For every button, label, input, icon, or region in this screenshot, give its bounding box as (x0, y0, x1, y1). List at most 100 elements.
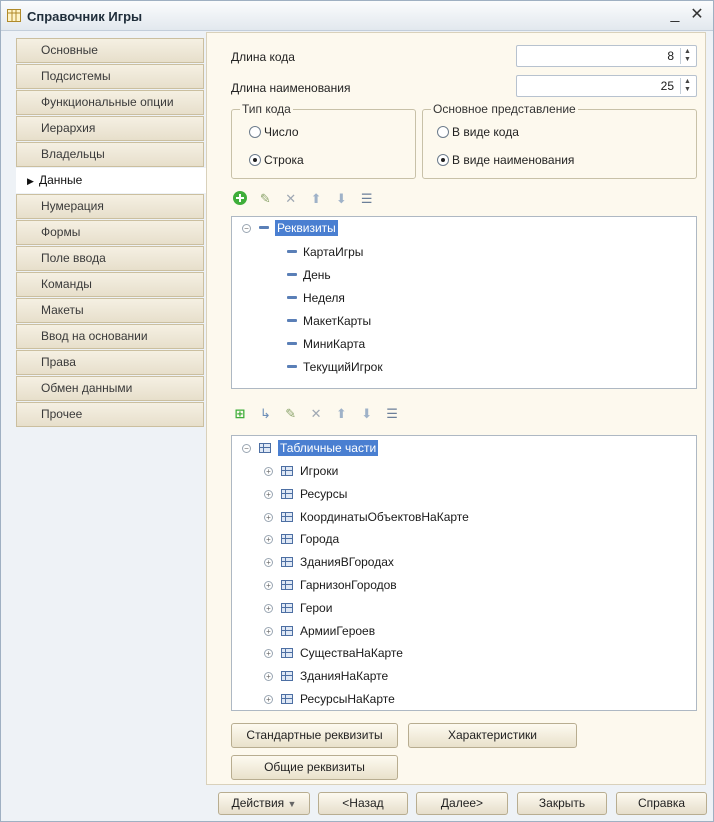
tab-item[interactable]: Прочее (16, 402, 204, 427)
node-label: Неделя (303, 291, 345, 305)
close-window-button[interactable]: ✕ (687, 5, 707, 25)
help-button[interactable]: Справка (616, 792, 707, 815)
edit-icon[interactable]: ✎ (282, 405, 300, 423)
tabular-root-node[interactable]: − Табличные части (242, 440, 379, 456)
minimize-button[interactable]: _ (665, 5, 685, 25)
collapse-icon[interactable]: − (242, 224, 251, 233)
attribute-item[interactable]: МакетКарты (287, 314, 371, 328)
tabular-section-item[interactable]: + Игроки (264, 464, 338, 478)
node-label: Игроки (300, 464, 339, 478)
tab-item[interactable]: Поле ввода (16, 246, 204, 271)
sort-list-icon[interactable]: ☰ (383, 405, 401, 423)
actions-menu-button[interactable]: Действия ▼ (218, 792, 310, 815)
name-length-field[interactable]: 25 ▲ ▼ (516, 75, 697, 97)
code-type-string-radio[interactable]: Строка (249, 153, 304, 167)
node-label: КартаИгры (303, 245, 364, 259)
expand-icon[interactable]: + (264, 512, 273, 522)
tabular-section-item[interactable]: + Герои (264, 601, 332, 615)
tab-item[interactable]: Права (16, 350, 204, 375)
standard-attributes-button[interactable]: Стандартные реквизиты (231, 723, 398, 748)
attribute-item[interactable]: ТекущийИгрок (287, 360, 383, 374)
tabular-section-item[interactable]: + АрмииГероев (264, 624, 375, 638)
radio-label: Строка (264, 153, 304, 167)
move-up-icon[interactable]: ⬆ (332, 405, 350, 423)
delete-icon[interactable]: ✕ (307, 405, 325, 423)
collapse-icon[interactable]: − (242, 444, 251, 453)
attribute-item[interactable]: КартаИгры (287, 245, 363, 259)
add-column-icon[interactable]: ↳ (256, 405, 274, 423)
tab-item[interactable]: Иерархия (16, 116, 204, 141)
tab-item[interactable]: Формы (16, 220, 204, 245)
expand-icon[interactable]: + (264, 489, 273, 499)
code-length-field[interactable]: 8 ▲ ▼ (516, 45, 697, 67)
tab-item[interactable]: Нумерация (16, 194, 204, 219)
tab-item[interactable]: Владельцы (16, 142, 204, 167)
tabular-section-item[interactable]: + ГарнизонГородов (264, 578, 397, 592)
attribute-icon (287, 250, 297, 253)
tab-label: Макеты (41, 303, 84, 317)
expand-icon[interactable]: + (264, 603, 273, 613)
tab-item[interactable]: ▶ Данные (16, 168, 210, 193)
expand-icon[interactable]: + (264, 581, 273, 590)
tabular-section-item[interactable]: + РесурсыНаКарте (264, 692, 395, 706)
table-icon (281, 580, 293, 590)
tab-label: Формы (41, 225, 81, 239)
name-length-stepper[interactable]: ▲ ▼ (680, 78, 694, 94)
table-icon (281, 625, 293, 636)
radio-circle[interactable] (249, 154, 261, 166)
tab-item[interactable]: Ввод на основании (16, 324, 204, 349)
node-label: Города (300, 532, 340, 547)
move-down-icon[interactable]: ⬇ (358, 405, 376, 423)
tab-item[interactable]: Команды (16, 272, 204, 297)
title-bar: Справочник Игры _ ✕ (1, 1, 713, 31)
close-button[interactable]: Закрыть (517, 792, 607, 815)
table-icon (281, 671, 293, 682)
tab-item[interactable]: Функциональные опции (16, 90, 204, 115)
tabular-section-item[interactable]: + СуществаНаКарте (264, 646, 403, 660)
tabular-section-item[interactable]: + ЗданияВГородах (264, 555, 394, 569)
expand-icon[interactable]: + (264, 467, 273, 476)
attribute-item[interactable]: Неделя (287, 291, 345, 305)
edit-icon[interactable]: ✎ (256, 190, 274, 208)
tabular-section-item[interactable]: + КоординатыОбъектовНаКарте (264, 510, 469, 524)
tabular-section-item[interactable]: + ЗданияНаКарте (264, 669, 388, 683)
expand-icon[interactable]: + (264, 695, 273, 704)
next-button[interactable]: Далее> (416, 792, 508, 815)
expand-icon[interactable]: + (264, 649, 273, 659)
common-attributes-button[interactable]: Общие реквизиты (231, 755, 398, 780)
expand-icon[interactable]: + (264, 626, 273, 636)
node-label: ГарнизонГородов (300, 578, 397, 592)
tab-label: Функциональные опции (41, 95, 174, 109)
tab-label: Права (41, 355, 76, 369)
node-label: РесурсыНаКарте (300, 692, 395, 706)
radio-circle[interactable] (249, 126, 261, 138)
move-down-icon[interactable]: ⬇ (332, 190, 350, 208)
repr-code-radio[interactable]: В виде кода (437, 125, 519, 139)
back-button[interactable]: <Назад (318, 792, 408, 815)
tab-item[interactable]: Макеты (16, 298, 204, 323)
add-icon[interactable] (231, 190, 249, 208)
attributes-root-node[interactable]: − Реквизиты (242, 220, 338, 236)
repr-name-radio[interactable]: В виде наименования (437, 153, 574, 167)
tabular-section-item[interactable]: + Города (264, 532, 339, 546)
delete-icon[interactable]: ✕ (282, 190, 300, 208)
tabular-section-item[interactable]: + Ресурсы (264, 487, 347, 501)
expand-icon[interactable]: + (264, 558, 273, 568)
table-icon (281, 534, 293, 545)
attribute-item[interactable]: День (287, 268, 331, 282)
code-length-stepper[interactable]: ▲ ▼ (680, 48, 694, 64)
tab-item[interactable]: Подсистемы (16, 64, 204, 89)
move-up-icon[interactable]: ⬆ (307, 190, 325, 208)
characteristics-button[interactable]: Характеристики (408, 723, 577, 748)
add-table-icon[interactable]: ⊞ (231, 405, 249, 423)
expand-icon[interactable]: + (264, 535, 273, 545)
attribute-item[interactable]: МиниКарта (287, 337, 365, 351)
tab-item[interactable]: Основные (16, 38, 204, 63)
radio-circle[interactable] (437, 154, 449, 166)
tab-item[interactable]: Обмен данными (16, 376, 204, 401)
table-icon (281, 557, 293, 568)
code-type-number-radio[interactable]: Число (249, 125, 299, 139)
sort-list-icon[interactable]: ☰ (358, 190, 376, 208)
expand-icon[interactable]: + (264, 672, 273, 682)
radio-circle[interactable] (437, 126, 449, 138)
